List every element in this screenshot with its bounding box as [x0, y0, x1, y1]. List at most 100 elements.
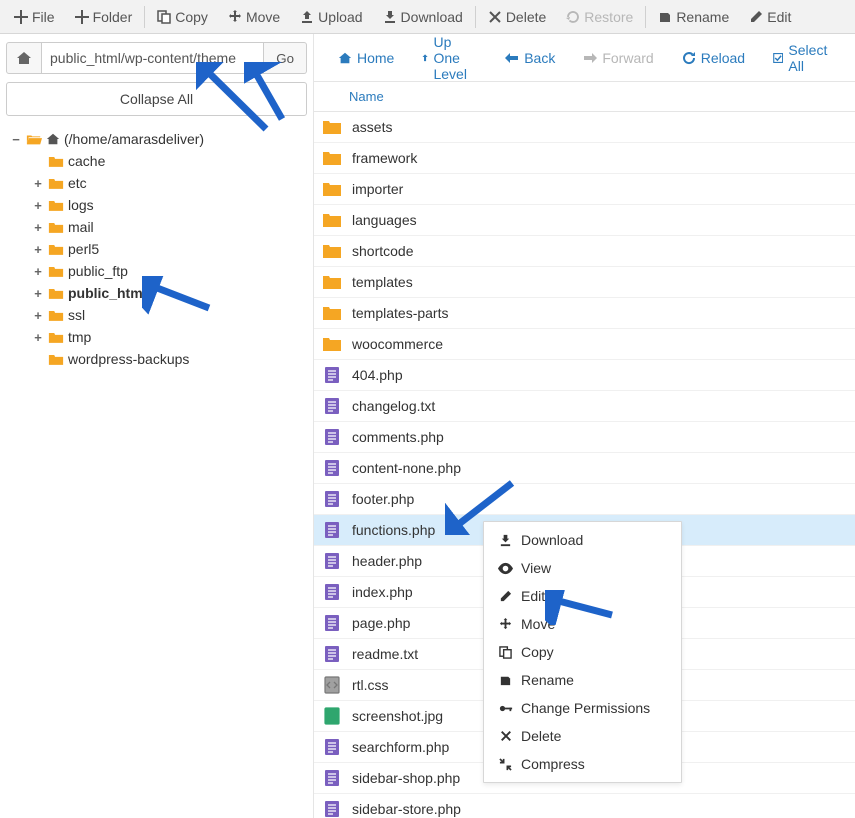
toolbar-separator [645, 6, 646, 28]
tree-node-tmp[interactable]: +tmp [32, 326, 305, 348]
tree-node-label: ssl [68, 307, 85, 323]
tree-node-label: wordpress-backups [68, 351, 189, 367]
rename-button[interactable]: Rename [648, 0, 739, 34]
folder-row[interactable]: templates-parts [314, 298, 855, 329]
ctx-compress[interactable]: Compress [484, 750, 681, 778]
expand-icon[interactable]: + [32, 220, 44, 235]
folder-row[interactable]: woocommerce [314, 329, 855, 360]
file-name: assets [352, 119, 855, 135]
folder-button[interactable]: Folder [65, 0, 143, 34]
nav-back[interactable]: Back [491, 34, 569, 82]
copy-button[interactable]: Copy [147, 0, 218, 34]
ctx-download[interactable]: Download [484, 526, 681, 554]
ctx-permissions[interactable]: Change Permissions [484, 694, 681, 722]
file-button[interactable]: File [4, 0, 65, 34]
nav-back-label: Back [524, 50, 555, 66]
tree-node-mail[interactable]: +mail [32, 216, 305, 238]
folder-row[interactable]: assets [314, 112, 855, 143]
expand-icon[interactable]: + [32, 264, 44, 279]
file-name: changelog.txt [352, 398, 855, 414]
folder-row[interactable]: importer [314, 174, 855, 205]
file-icon [322, 490, 342, 508]
file-row[interactable]: 404.php [314, 360, 855, 391]
expand-icon[interactable]: + [32, 330, 44, 345]
ctx-view-label: View [521, 560, 551, 576]
expand-icon[interactable]: + [32, 242, 44, 257]
folder-icon [322, 212, 342, 228]
ctx-view[interactable]: View [484, 554, 681, 582]
folder-icon [48, 287, 64, 300]
ctx-rename[interactable]: Rename [484, 666, 681, 694]
path-go-button[interactable]: Go [264, 42, 307, 74]
nav-up[interactable]: Up One Level [408, 34, 491, 82]
expand-icon[interactable]: + [32, 176, 44, 191]
collapse-all-button[interactable]: Collapse All [6, 82, 307, 116]
file-name: 404.php [352, 367, 855, 383]
collapse-icon[interactable]: − [10, 132, 22, 147]
file-icon [322, 676, 342, 694]
nav-reload-label: Reload [701, 50, 745, 66]
delete-button[interactable]: Delete [478, 0, 556, 34]
ctx-copy[interactable]: Copy [484, 638, 681, 666]
restore-button[interactable]: Restore [556, 0, 643, 34]
tree-node-ssl[interactable]: + ssl [32, 304, 305, 326]
left-arrow-icon [505, 52, 519, 64]
file-icon [322, 614, 342, 632]
folder-row[interactable]: languages [314, 205, 855, 236]
path-input[interactable] [42, 42, 264, 74]
nav-home[interactable]: Home [324, 34, 408, 82]
file-row[interactable]: footer.php [314, 484, 855, 515]
folder-icon [322, 274, 342, 290]
file-row[interactable]: comments.php [314, 422, 855, 453]
folder-icon [322, 336, 342, 352]
folder-icon [322, 119, 342, 135]
copy-icon [157, 10, 171, 24]
tree-root[interactable]: − (/home/amarasdeliver) [10, 128, 305, 150]
tree-node-wordpress-backups[interactable]: +wordpress-backups [32, 348, 305, 370]
tree-node-label: public_html [68, 285, 147, 301]
ctx-rename-label: Rename [521, 672, 574, 688]
upload-button[interactable]: Upload [290, 0, 372, 34]
path-home-button[interactable] [6, 42, 42, 74]
file-icon [322, 738, 342, 756]
rename-label: Rename [676, 9, 729, 25]
folder-tree: − (/home/amarasdeliver) +cache+etc+logs+… [0, 124, 313, 374]
folder-row[interactable]: framework [314, 143, 855, 174]
tree-node-label: logs [68, 197, 94, 213]
file-row[interactable]: sidebar-store.php [314, 794, 855, 818]
folder-icon [322, 150, 342, 166]
ctx-edit[interactable]: Edit [484, 582, 681, 610]
expand-icon[interactable]: + [32, 198, 44, 213]
column-header-row: Name [314, 82, 855, 112]
file-name: languages [352, 212, 855, 228]
nav-forward[interactable]: Forward [569, 34, 667, 82]
tree-node-public-html[interactable]: + public_html [32, 282, 305, 304]
key-icon [498, 702, 513, 715]
nav-up-label: Up One Level [433, 34, 477, 82]
tree-node-public-ftp[interactable]: +public_ftp [32, 260, 305, 282]
tree-node-etc[interactable]: +etc [32, 172, 305, 194]
column-name-header[interactable]: Name [349, 89, 384, 104]
nav-reload[interactable]: Reload [668, 34, 759, 82]
move-button[interactable]: Move [218, 0, 290, 34]
ctx-delete[interactable]: Delete [484, 722, 681, 750]
file-icon [322, 366, 342, 384]
edit-button[interactable]: Edit [739, 0, 801, 34]
folder-icon [48, 353, 64, 366]
nav-select-all[interactable]: Select All [759, 34, 845, 82]
folder-row[interactable]: shortcode [314, 236, 855, 267]
file-row[interactable]: content-none.php [314, 453, 855, 484]
folder-row[interactable]: templates [314, 267, 855, 298]
tree-node-cache[interactable]: +cache [32, 150, 305, 172]
nav-forward-label: Forward [602, 50, 653, 66]
tree-node-logs[interactable]: + logs [32, 194, 305, 216]
file-name: framework [352, 150, 855, 166]
tree-node-perl5[interactable]: +perl5 [32, 238, 305, 260]
download-button[interactable]: Download [373, 0, 473, 34]
reload-icon [682, 51, 696, 65]
file-row[interactable]: changelog.txt [314, 391, 855, 422]
expand-icon[interactable]: + [32, 308, 44, 323]
download-icon [383, 10, 397, 24]
expand-icon[interactable]: + [32, 286, 44, 301]
ctx-move[interactable]: Move [484, 610, 681, 638]
